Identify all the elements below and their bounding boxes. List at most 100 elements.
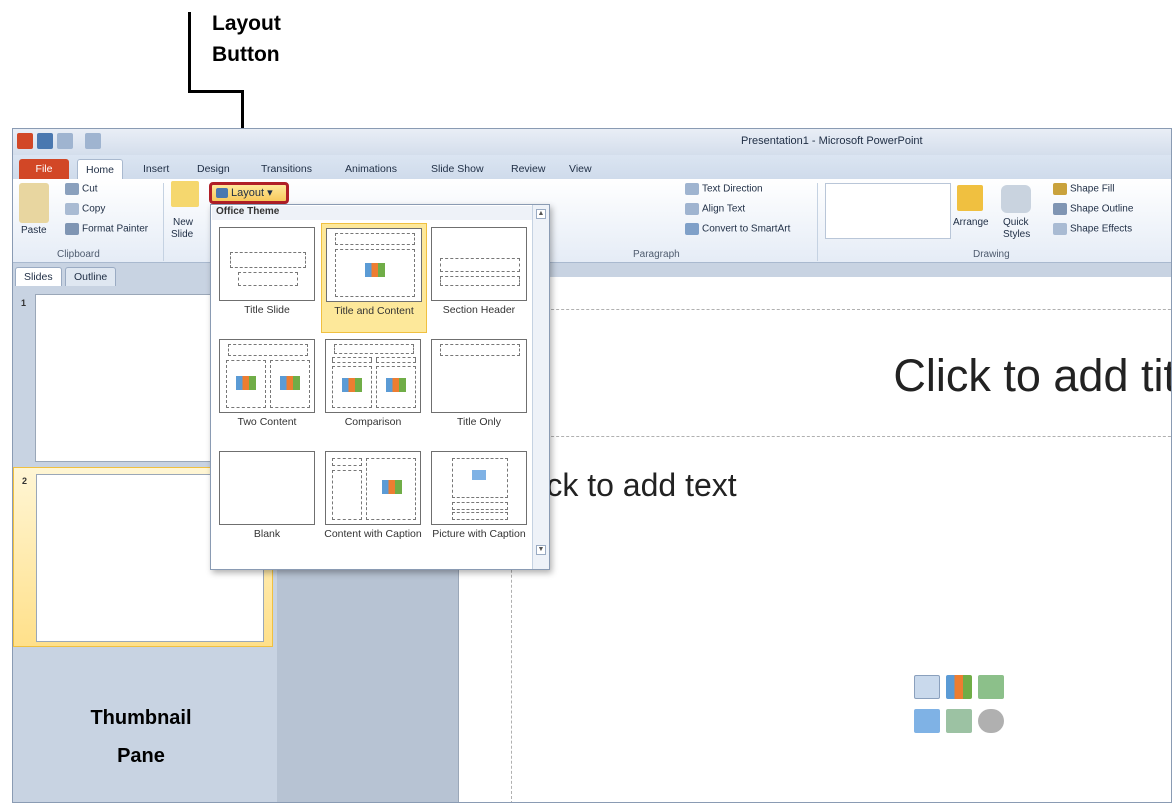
- scroll-up-icon[interactable]: ▲: [536, 209, 546, 219]
- layout-label: Layout: [231, 187, 265, 199]
- paste-icon[interactable]: [19, 183, 49, 223]
- powerpoint-logo-icon[interactable]: [17, 133, 33, 149]
- copy-label: Copy: [82, 203, 106, 215]
- layout-gallery: Office Theme ▲ ▼ Title Slide Title and C…: [210, 204, 550, 570]
- layout-preview: [431, 451, 527, 525]
- quick-styles-icon[interactable]: [1001, 185, 1031, 213]
- layout-label: Two Content: [237, 416, 297, 428]
- layout-preview: [431, 339, 527, 413]
- format-painter-button[interactable]: Format Painter: [65, 223, 148, 235]
- smartart-icon[interactable]: [978, 675, 1004, 699]
- save-icon[interactable]: [37, 133, 53, 149]
- align-text-icon: [685, 203, 699, 215]
- layout-section-header[interactable]: Section Header: [427, 223, 533, 333]
- layout-label: Content with Caption: [324, 528, 422, 540]
- new-slide-icon[interactable]: [171, 181, 199, 207]
- format-painter-label: Format Painter: [82, 223, 149, 235]
- convert-smartart-label: Convert to SmartArt: [702, 223, 791, 235]
- cut-button[interactable]: Cut: [65, 183, 98, 195]
- clipboard-group-label: Clipboard: [57, 249, 100, 260]
- layout-preview: [325, 339, 421, 413]
- title-placeholder[interactable]: Click to add title: [511, 309, 1171, 437]
- tab-home[interactable]: Home: [77, 159, 124, 179]
- ribbon: Paste Cut Copy Format Painter Clipboard …: [13, 179, 1171, 263]
- annotation-line1: Thumbnail: [90, 707, 192, 729]
- shapes-gallery[interactable]: [825, 183, 951, 239]
- layout-label: Title and Content: [334, 305, 414, 317]
- slide-canvas: Click to add title Click to add text: [458, 277, 1171, 802]
- paste-button[interactable]: Paste: [21, 225, 47, 236]
- chart-icon[interactable]: [946, 675, 972, 699]
- layout-button-annotation: Layout Button: [212, 8, 281, 70]
- tab-animations[interactable]: Animations: [337, 159, 405, 179]
- arrange-button[interactable]: Arrange: [953, 217, 989, 228]
- layout-preview: [326, 228, 422, 302]
- tab-transitions[interactable]: Transitions: [253, 159, 320, 179]
- layout-button[interactable]: Layout ▾: [209, 182, 289, 204]
- layout-blank[interactable]: Blank: [215, 447, 321, 557]
- redo-icon[interactable]: [85, 133, 101, 149]
- text-direction-icon: [685, 183, 699, 195]
- tab-slides[interactable]: Slides: [15, 267, 62, 286]
- scroll-down-icon[interactable]: ▼: [536, 545, 546, 555]
- shape-outline-label: Shape Outline: [1070, 203, 1134, 215]
- tab-view[interactable]: View: [561, 159, 600, 179]
- group-separator: [163, 183, 164, 261]
- tab-insert[interactable]: Insert: [135, 159, 177, 179]
- annotation-line2: Pane: [117, 745, 165, 767]
- annotation-line2: Button: [212, 43, 280, 66]
- thumbnail-pane-annotation: Thumbnail Pane: [61, 699, 221, 775]
- layout-title-only[interactable]: Title Only: [427, 335, 533, 445]
- layout-content-with-caption[interactable]: Content with Caption: [321, 447, 427, 557]
- layout-label: Title Slide: [244, 304, 290, 316]
- layout-comparison[interactable]: Comparison: [321, 335, 427, 445]
- dropdown-arrow-icon: ▾: [267, 187, 273, 199]
- layout-preview: [325, 451, 421, 525]
- shape-fill-button[interactable]: Shape Fill: [1053, 183, 1114, 195]
- gallery-scrollbar[interactable]: ▲ ▼: [532, 205, 549, 569]
- drawing-group-label: Drawing: [973, 249, 1010, 260]
- tab-review[interactable]: Review: [503, 159, 553, 179]
- copy-button[interactable]: Copy: [65, 203, 105, 215]
- layout-label: Comparison: [344, 416, 402, 428]
- copy-icon: [65, 203, 79, 215]
- layout-preview: [219, 339, 315, 413]
- content-insert-icons: [914, 675, 1010, 739]
- align-text-button[interactable]: Align Text: [685, 203, 745, 215]
- layout-label: Section Header: [442, 304, 516, 316]
- media-icon[interactable]: [978, 709, 1004, 733]
- layout-two-content[interactable]: Two Content: [215, 335, 321, 445]
- picture-icon[interactable]: [914, 709, 940, 733]
- shape-effects-button[interactable]: Shape Effects: [1053, 223, 1132, 235]
- arrange-icon[interactable]: [957, 185, 983, 211]
- layout-preview: [219, 227, 315, 301]
- shape-fill-label: Shape Fill: [1070, 183, 1115, 195]
- layout-label: Blank: [253, 528, 281, 540]
- shape-outline-button[interactable]: Shape Outline: [1053, 203, 1133, 215]
- layout-picture-with-caption[interactable]: Picture with Caption: [427, 447, 533, 557]
- layout-title-and-content[interactable]: Title and Content: [321, 223, 427, 333]
- new-slide-label-2[interactable]: Slide: [171, 229, 193, 240]
- quick-styles-label-1[interactable]: Quick: [1003, 217, 1029, 228]
- ribbon-tabs: File Home Insert Design Transitions Anim…: [13, 155, 1171, 179]
- text-direction-button[interactable]: Text Direction: [685, 183, 763, 195]
- tab-outline[interactable]: Outline: [65, 267, 117, 286]
- layout-title-slide[interactable]: Title Slide: [215, 223, 321, 333]
- table-icon[interactable]: [914, 675, 940, 699]
- tab-file[interactable]: File: [19, 159, 69, 179]
- title-bar: Presentation1 - Microsoft PowerPoint: [13, 129, 1171, 155]
- clipart-icon[interactable]: [946, 709, 972, 733]
- tab-slide-show[interactable]: Slide Show: [423, 159, 492, 179]
- quick-styles-label-2[interactable]: Styles: [1003, 229, 1030, 240]
- align-text-label: Align Text: [702, 203, 746, 215]
- cut-label: Cut: [82, 183, 98, 195]
- title-placeholder-text: Click to add title: [893, 350, 1171, 401]
- annotation-connector: [188, 90, 244, 93]
- new-slide-label-1[interactable]: New: [173, 217, 193, 228]
- layout-preview: [431, 227, 527, 301]
- undo-icon[interactable]: [57, 133, 73, 149]
- tab-design[interactable]: Design: [189, 159, 238, 179]
- convert-smartart-button[interactable]: Convert to SmartArt: [685, 223, 790, 235]
- text-direction-label: Text Direction: [702, 183, 763, 195]
- annotation-line1: Layout: [212, 12, 281, 35]
